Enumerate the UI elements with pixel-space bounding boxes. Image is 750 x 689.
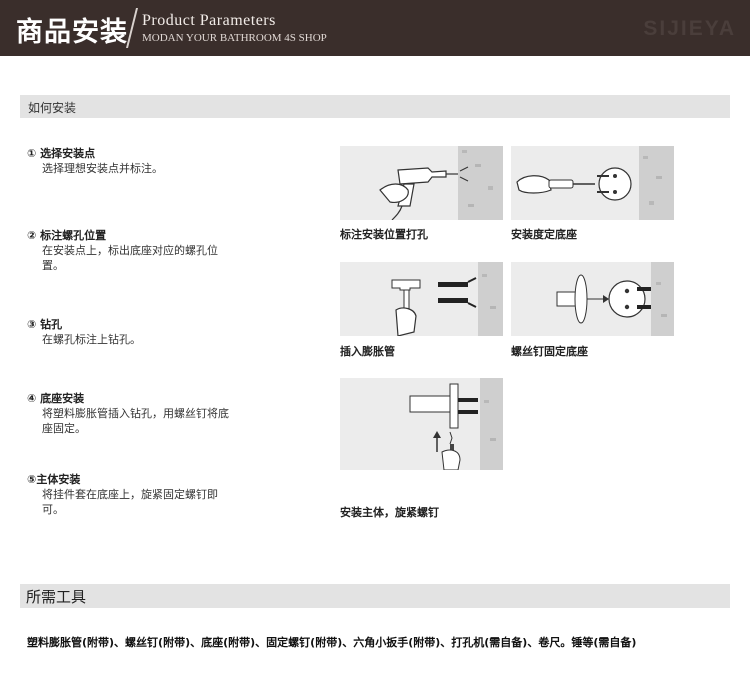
tools-heading: 所需工具 <box>26 588 87 606</box>
caption-hammer: 插入膨胀管 <box>340 345 395 358</box>
banner-title-cn: 商品安装 <box>16 17 128 48</box>
banner-subtitle: MODAN YOUR BATHROOM 4S SHOP <box>142 32 327 44</box>
step-title: ① 选择安装点 <box>27 147 96 160</box>
step-desc: 在螺孔标注上钻孔。 <box>42 333 141 346</box>
step-title: ② 标注螺孔位置 <box>27 229 107 242</box>
drill-icon <box>379 146 503 220</box>
hex-wrench-icon <box>409 378 503 470</box>
step-1: ① 选择安装点 选择理想安装点并标注。 <box>27 146 237 176</box>
base-plate-panel <box>511 262 674 336</box>
install-heading: 如何安装 <box>28 101 77 115</box>
caption-drill: 标注安装位置打孔 <box>340 228 428 241</box>
screwdriver-panel <box>511 146 674 220</box>
tools-list: 塑料膨胀管(附带)、螺丝钉(附带)、底座(附带)、固定螺钉(附带)、六角小扳手(… <box>27 636 637 649</box>
step-4: ④ 底座安装 将塑料膨胀管插入钻孔，用螺丝钉将底座固定。 <box>27 391 237 436</box>
hammer-panel <box>340 262 503 336</box>
drill-panel <box>340 146 503 220</box>
caption-main-body: 安装主体，旋紧螺钉 <box>340 506 439 519</box>
step-title: ④ 底座安装 <box>27 392 85 405</box>
header-banner: 商品安装 Product Parameters MODAN YOUR BATHR… <box>0 0 750 56</box>
step-title: ⑤主体安装 <box>27 473 81 486</box>
step-desc: 在安装点上，标出底座对应的螺孔位置。 <box>42 244 218 272</box>
tools-section-header: 所需工具 <box>20 584 730 608</box>
base-plate-icon <box>556 262 674 336</box>
banner-title-en: Product Parameters <box>142 12 276 29</box>
caption-base-plate: 螺丝钉固定底座 <box>511 345 588 358</box>
brand-logo: SIJIEYA <box>643 17 736 40</box>
step-desc: 将塑料膨胀管插入钻孔，用螺丝钉将底座固定。 <box>42 407 229 435</box>
step-3: ③ 钻孔 在螺孔标注上钻孔。 <box>27 317 237 347</box>
step-desc: 将挂件套在底座上，旋紧固定螺钉即可。 <box>42 488 218 516</box>
caption-screwdriver: 安装度定底座 <box>511 228 577 241</box>
hammer-icon <box>391 262 503 336</box>
step-2: ② 标注螺孔位置 在安装点上，标出底座对应的螺孔位置。 <box>27 228 227 273</box>
step-5: ⑤主体安装 将挂件套在底座上，旋紧固定螺钉即可。 <box>27 472 237 517</box>
step-title: ③ 钻孔 <box>27 318 63 331</box>
hex-wrench-panel <box>340 378 503 470</box>
install-section-header: 如何安装 <box>20 95 730 118</box>
screwdriver-icon <box>516 146 674 220</box>
step-desc: 选择理想安装点并标注。 <box>42 162 163 175</box>
